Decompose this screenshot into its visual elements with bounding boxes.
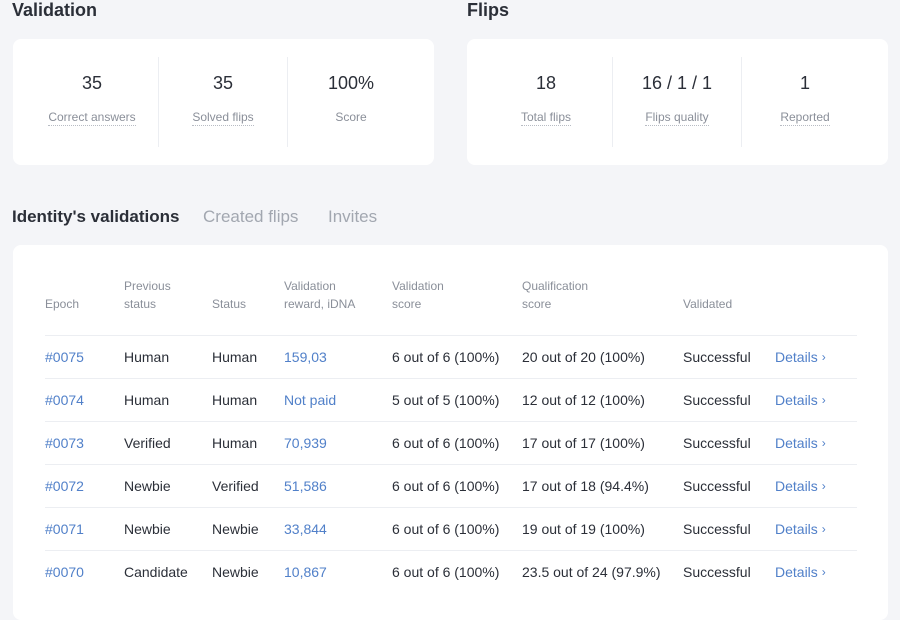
stat-value: 100% [327, 73, 375, 93]
validation-score: 6 out of 6 (100%) [392, 478, 500, 494]
table-row: #0071 Newbie Newbie 33,844 6 out of 6 (1… [45, 507, 857, 551]
epoch-link[interactable]: #0074 [45, 392, 84, 408]
chevron-right-icon: › [821, 350, 826, 364]
status: Verified [212, 478, 259, 494]
qualification-score: 20 out of 20 (100%) [522, 349, 645, 365]
validation-card: 35 Correct answers 35 Solved flips 100% … [13, 39, 434, 165]
qualification-score: 12 out of 12 (100%) [522, 392, 645, 408]
stat-total-flips: 18 Total flips [467, 39, 625, 165]
reward-link[interactable]: Not paid [284, 392, 336, 408]
stat-solved-flips: 35 Solved flips [158, 39, 288, 165]
validated: Successful [683, 435, 751, 451]
header-validation-score: Validation score [392, 279, 444, 311]
reward-link[interactable]: 51,586 [284, 478, 327, 494]
stat-label: Total flips [520, 110, 572, 126]
validated: Successful [683, 564, 751, 580]
stat-correct-answers: 35 Correct answers [13, 39, 171, 165]
table-row: #0070 Candidate Newbie 10,867 6 out of 6… [45, 550, 857, 594]
stat-value: 1 [799, 73, 810, 93]
previous-status: Human [124, 392, 170, 408]
stat-value: 16 / 1 / 1 [641, 73, 713, 93]
stat-score: 100% Score [287, 39, 415, 165]
table-row: #0075 Human Human 159,03 6 out of 6 (100… [45, 335, 857, 379]
previous-status: Newbie [124, 478, 171, 494]
stat-value: 35 [212, 73, 234, 93]
previous-status: Candidate [124, 564, 188, 580]
validated: Successful [683, 478, 751, 494]
reward-link[interactable]: 33,844 [284, 521, 327, 537]
qualification-score: 19 out of 19 (100%) [522, 521, 645, 537]
chevron-right-icon: › [821, 436, 826, 450]
header-status: Status [212, 297, 247, 311]
table-row: #0073 Verified Human 70,939 6 out of 6 (… [45, 421, 857, 465]
stat-label: Solved flips [192, 110, 254, 126]
table-row: #0072 Newbie Verified 51,586 6 out of 6 … [45, 464, 857, 508]
validated: Successful [683, 392, 751, 408]
previous-status: Verified [124, 435, 171, 451]
tab-created-flips[interactable]: Created flips [203, 207, 298, 227]
epoch-link[interactable]: #0072 [45, 478, 84, 494]
stat-label: Correct answers [48, 110, 136, 126]
validations-table: Epoch Previous status Status Validation re… [13, 245, 888, 620]
validated: Successful [683, 349, 751, 365]
status: Newbie [212, 521, 259, 537]
validation-score: 6 out of 6 (100%) [392, 349, 500, 365]
stat-flips-quality: 16 / 1 / 1 Flips quality [612, 39, 742, 165]
validation-score: 5 out of 5 (100%) [392, 392, 500, 408]
validated: Successful [683, 521, 751, 537]
qualification-score: 23.5 out of 24 (97.9%) [522, 564, 661, 580]
stat-label: Score [335, 110, 367, 124]
header-epoch: Epoch [45, 297, 80, 311]
status: Human [212, 392, 258, 408]
status: Human [212, 349, 258, 365]
details-link[interactable]: Details › [775, 392, 826, 408]
details-link[interactable]: Details › [775, 478, 826, 494]
status: Human [212, 435, 258, 451]
flips-title: Flips [467, 0, 510, 20]
chevron-right-icon: › [821, 565, 826, 579]
validation-score: 6 out of 6 (100%) [392, 521, 500, 537]
epoch-link[interactable]: #0073 [45, 435, 84, 451]
flips-card: 18 Total flips 16 / 1 / 1 Flips quality … [467, 39, 888, 165]
validation-score: 6 out of 6 (100%) [392, 435, 500, 451]
chevron-right-icon: › [821, 479, 826, 493]
validation-score: 6 out of 6 (100%) [392, 564, 500, 580]
header-previous-status: Previous status [124, 279, 171, 311]
epoch-link[interactable]: #0071 [45, 521, 84, 537]
tab-invites[interactable]: Invites [328, 207, 377, 227]
tab-identity-validations[interactable]: Identity's validations [12, 207, 179, 227]
header-qualification-score: Qualification score [522, 279, 589, 311]
chevron-right-icon: › [821, 393, 826, 407]
stat-label: Flips quality [645, 110, 709, 126]
qualification-score: 17 out of 18 (94.4%) [522, 478, 649, 494]
stat-value: 35 [81, 73, 103, 93]
stat-value: 18 [535, 73, 557, 93]
details-link[interactable]: Details › [775, 564, 826, 580]
previous-status: Newbie [124, 521, 171, 537]
details-link[interactable]: Details › [775, 521, 826, 537]
details-link[interactable]: Details › [775, 435, 826, 451]
reward-link[interactable]: 159,03 [284, 349, 327, 365]
qualification-score: 17 out of 17 (100%) [522, 435, 645, 451]
reward-link[interactable]: 70,939 [284, 435, 327, 451]
epoch-link[interactable]: #0075 [45, 349, 84, 365]
validation-title: Validation [12, 0, 98, 20]
table-row: #0074 Human Human Not paid 5 out of 5 (1… [45, 378, 857, 422]
details-link[interactable]: Details › [775, 349, 826, 365]
chevron-right-icon: › [821, 522, 826, 536]
header-reward: Validation reward, iDNA [284, 279, 356, 311]
reward-link[interactable]: 10,867 [284, 564, 327, 580]
stat-label: Reported [780, 110, 830, 126]
status: Newbie [212, 564, 259, 580]
stat-reported: 1 Reported [741, 39, 869, 165]
previous-status: Human [124, 349, 170, 365]
header-validated: Validated [683, 297, 733, 311]
epoch-link[interactable]: #0070 [45, 564, 84, 580]
